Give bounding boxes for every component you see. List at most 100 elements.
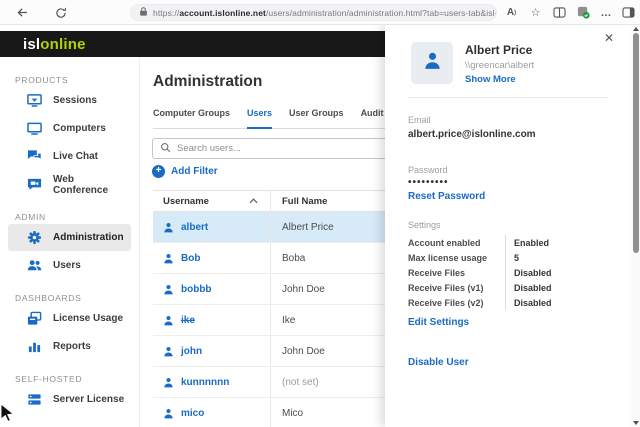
- sidebar-section-self-hosted: SELF-HOSTED: [0, 374, 139, 385]
- username-link[interactable]: mico: [181, 408, 204, 419]
- split-screen-icon: [553, 7, 566, 18]
- user-person-icon: [163, 222, 174, 233]
- user-person-icon: [163, 315, 174, 326]
- url-text: https://account.islonline.net/users/admi…: [153, 8, 497, 18]
- sidebar-nav: PRODUCTS Sessions Computers Live Chat We…: [0, 57, 140, 427]
- mouse-cursor: [0, 403, 15, 427]
- username-link[interactable]: kunnnnnn: [181, 377, 229, 388]
- computers-icon: [27, 121, 42, 136]
- username-link[interactable]: john: [181, 346, 202, 357]
- column-header-username[interactable]: Username: [153, 196, 270, 207]
- user-detail-panel: ✕ Albert Price \\greencar\albert Show Mo…: [385, 25, 640, 427]
- sidebar-panel-button[interactable]: [620, 4, 637, 21]
- sidebar-section-dashboards: DASHBOARDS: [0, 293, 139, 304]
- back-button[interactable]: [14, 4, 31, 21]
- sort-ascending-icon[interactable]: [249, 196, 258, 207]
- scrollbar-up-arrow-icon[interactable]: [633, 27, 639, 31]
- sidebar-item-label: Sessions: [53, 95, 97, 106]
- setting-row: Max license usage 5: [408, 250, 610, 265]
- extension-check-icon: [577, 6, 590, 19]
- detail-user-name: Albert Price: [465, 43, 532, 57]
- username-link[interactable]: Bob: [181, 253, 200, 264]
- sidebar-item-live-chat[interactable]: Live Chat: [8, 143, 131, 170]
- sidebar-item-label: Administration: [53, 232, 124, 243]
- split-screen-button[interactable]: [551, 4, 568, 21]
- user-person-icon: [163, 408, 174, 419]
- setting-row: Receive Files (v1) Disabled: [408, 280, 610, 295]
- users-icon: [27, 258, 42, 273]
- gear-icon: [27, 230, 42, 245]
- username-link[interactable]: ike: [181, 315, 195, 326]
- close-icon[interactable]: ✕: [604, 31, 614, 45]
- extension-button[interactable]: [575, 4, 592, 21]
- show-more-link[interactable]: Show More: [465, 74, 516, 85]
- sidebar-section-admin: ADMIN: [0, 212, 139, 223]
- sidebar-item-label: Reports: [53, 341, 91, 352]
- browser-toolbar: https://account.islonline.net/users/admi…: [0, 0, 640, 25]
- user-person-icon: [163, 377, 174, 388]
- sidebar-item-users[interactable]: Users: [8, 252, 131, 279]
- disable-user-link[interactable]: Disable User: [408, 357, 469, 368]
- favorites-button[interactable]: ☆: [527, 4, 544, 21]
- add-filter-label: Add Filter: [171, 166, 218, 177]
- sidebar-item-label: Computers: [53, 123, 106, 134]
- setting-row: Receive Files (v2) Disabled: [408, 295, 610, 310]
- server-icon: [27, 392, 42, 407]
- more-options-icon: …: [601, 7, 613, 19]
- user-person-icon: [163, 284, 174, 295]
- tab-user-groups[interactable]: User Groups: [289, 108, 344, 128]
- sidebar-item-administration[interactable]: Administration: [8, 224, 131, 251]
- sidebar-panel-icon: [622, 7, 635, 18]
- password-label: Password: [408, 165, 448, 175]
- tab-computer-groups[interactable]: Computer Groups: [153, 108, 230, 128]
- refresh-button[interactable]: [52, 4, 69, 21]
- user-person-icon: [163, 346, 174, 357]
- islonline-logo[interactable]: islonline: [23, 31, 86, 57]
- reset-password-link[interactable]: Reset Password: [408, 191, 485, 202]
- scrollbar-down-arrow-icon[interactable]: [633, 421, 639, 425]
- read-aloud-button[interactable]: A: [503, 4, 520, 21]
- username-link[interactable]: albert: [181, 222, 208, 233]
- sidebar-item-sessions[interactable]: Sessions: [8, 87, 131, 114]
- read-aloud-icon: A: [507, 7, 514, 18]
- username-link[interactable]: bobbb: [181, 284, 212, 295]
- app-viewport: islonline PRODUCTS Sessions Computers Li…: [0, 25, 640, 427]
- edit-settings-link[interactable]: Edit Settings: [408, 317, 469, 328]
- panel-divider: [408, 97, 608, 98]
- sidebar-item-label: Web Conference: [53, 174, 131, 196]
- sidebar-item-label: License Usage: [53, 313, 123, 324]
- sidebar-item-computers[interactable]: Computers: [8, 115, 131, 142]
- setting-row: Account enabled Enabled: [408, 235, 610, 250]
- sidebar-item-license-usage[interactable]: License Usage: [8, 305, 131, 332]
- tab-users[interactable]: Users: [247, 108, 272, 129]
- tab-audit[interactable]: Audit: [361, 108, 384, 128]
- sidebar-item-label: Live Chat: [53, 151, 98, 162]
- sidebar-item-reports[interactable]: Reports: [8, 333, 131, 360]
- sidebar-section-products: PRODUCTS: [0, 75, 139, 86]
- back-arrow-icon: [16, 6, 29, 19]
- lock-icon[interactable]: [139, 4, 148, 21]
- scrollbar-thumb[interactable]: [633, 33, 639, 253]
- detail-user-domain: \\greencar\albert: [465, 60, 534, 71]
- settings-label: Settings: [408, 220, 441, 230]
- license-usage-icon: [27, 311, 42, 326]
- avatar: [411, 42, 453, 84]
- search-icon: [160, 140, 171, 158]
- sidebar-item-server-license[interactable]: Server License: [8, 386, 131, 413]
- sidebar-item-web-conference[interactable]: Web Conference: [8, 171, 131, 198]
- setting-row: Receive Files Disabled: [408, 265, 610, 280]
- sessions-icon: [27, 93, 42, 108]
- refresh-icon: [55, 7, 67, 19]
- password-mask: •••••••••: [408, 177, 449, 188]
- add-filter-button[interactable]: + Add Filter: [152, 165, 218, 178]
- favorites-star-icon: ☆: [531, 6, 541, 19]
- sidebar-item-label: Users: [53, 260, 81, 271]
- user-person-icon: [423, 51, 442, 75]
- email-value: albert.price@islonline.com: [408, 129, 536, 140]
- logo-online: online: [40, 36, 85, 53]
- page-scrollbar[interactable]: [631, 25, 640, 427]
- more-options-button[interactable]: …: [598, 4, 615, 21]
- page-title: Administration: [153, 73, 262, 91]
- web-conference-icon: [27, 177, 42, 192]
- address-bar[interactable]: https://account.islonline.net/users/admi…: [130, 4, 497, 21]
